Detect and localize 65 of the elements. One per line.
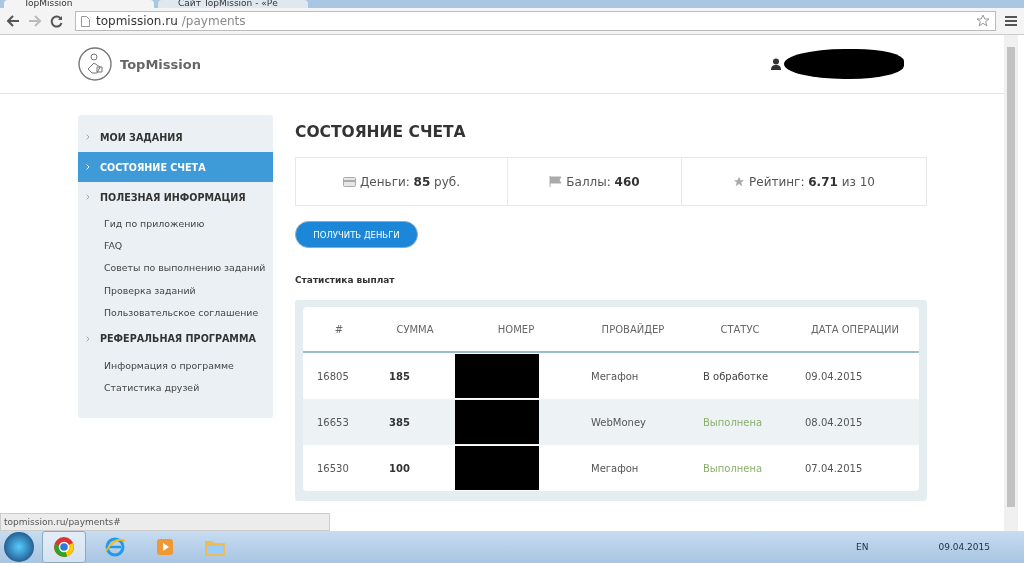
clock-date: 09.04.2015 — [938, 542, 990, 552]
logo-icon — [78, 47, 112, 81]
column-header: НОМЕР — [455, 307, 577, 352]
scrollbar[interactable] — [1004, 35, 1018, 531]
browser-tab[interactable]: TopMission — [4, 0, 154, 8]
status-url: topmission.ru/payments# — [0, 513, 330, 531]
stat-text: Деньги: 85 руб. — [359, 174, 461, 189]
sidebar-item[interactable]: МОИ ЗАДАНИЯ — [78, 122, 273, 152]
sidebar-item[interactable]: Проверка заданий — [78, 279, 273, 302]
sidebar-item[interactable]: Статистика друзей — [78, 376, 273, 399]
forward-icon[interactable] — [28, 15, 42, 27]
taskbar-app-icon[interactable] — [42, 531, 86, 563]
sidebar-item[interactable]: ПОЛЕЗНАЯ ИНФОРМАЦИЯ — [78, 182, 273, 212]
chevron-icon — [86, 194, 90, 200]
address-bar[interactable]: topmission.ru /payments — [75, 11, 996, 31]
user-icon — [771, 58, 781, 70]
back-icon[interactable] — [6, 15, 20, 27]
table-cell: 07.04.2015 — [791, 445, 919, 491]
table-cell: 16530 — [303, 445, 375, 491]
browser-tab[interactable]: Сайт TopMission - «Ре — [158, 0, 308, 8]
sidebar-item[interactable]: FAQ — [78, 234, 273, 257]
column-header: ПРОВАЙДЕР — [577, 307, 689, 352]
table-cell: 385 — [375, 399, 455, 445]
stat-text: Рейтинг: 6.71 из 10 — [749, 174, 875, 189]
sidebar-item[interactable]: Пользовательское соглашение — [78, 301, 273, 324]
browser-icon — [53, 536, 75, 558]
page-icon — [81, 15, 90, 27]
column-header: # — [303, 307, 375, 352]
globe-e-icon — [104, 536, 126, 558]
table-cell: Выполнена — [689, 399, 791, 445]
bookmark-star-icon[interactable] — [976, 14, 990, 28]
media-player-icon — [154, 536, 176, 558]
stat-text: Баллы: 460 — [566, 174, 640, 189]
table-cell: 16805 — [303, 352, 375, 399]
star-icon — [733, 175, 746, 188]
logo-text: TopMission — [120, 56, 201, 72]
reload-icon[interactable] — [50, 14, 63, 28]
menu-icon[interactable] — [1004, 15, 1018, 27]
column-header: СТАТУС — [689, 307, 791, 352]
table-cell: Мегафон — [577, 352, 689, 399]
chevron-icon — [86, 164, 90, 170]
section-title: Статистика выплат — [295, 275, 396, 285]
sidebar-item[interactable]: РЕФЕРАЛЬНАЯ ПРОГРАММА — [78, 323, 273, 354]
flag-icon — [549, 176, 563, 187]
column-header: СУММА — [375, 307, 455, 352]
chevron-icon — [86, 134, 90, 140]
sidebar-item[interactable]: Гид по приложению — [78, 212, 273, 235]
column-header: ДАТА ОПЕРАЦИИ — [791, 307, 919, 352]
table-cell: 185 — [375, 352, 455, 399]
table-cell: Выполнена — [689, 445, 791, 491]
language-indicator[interactable]: EN — [856, 542, 869, 552]
table-cell: В обработке — [689, 352, 791, 399]
chevron-icon — [86, 335, 90, 342]
sidebar-item[interactable]: Советы по выполнению заданий — [78, 256, 273, 280]
table-cell: Мегафон — [577, 445, 689, 491]
table-cell: 100 — [375, 445, 455, 491]
card-icon — [342, 176, 356, 187]
page-title: СОСТОЯНИЕ СЧЕТА — [295, 123, 467, 143]
sidebar-item[interactable]: Информация о программе — [78, 353, 273, 377]
table-cell: 09.04.2015 — [791, 352, 919, 399]
withdraw-button[interactable]: ПОЛУЧИТЬ ДЕНЬГИ — [295, 221, 418, 248]
table-cell: 08.04.2015 — [791, 399, 919, 445]
start-button[interactable] — [4, 532, 34, 562]
table-cell: 16653 — [303, 399, 375, 445]
table-cell: WebMoney — [577, 399, 689, 445]
